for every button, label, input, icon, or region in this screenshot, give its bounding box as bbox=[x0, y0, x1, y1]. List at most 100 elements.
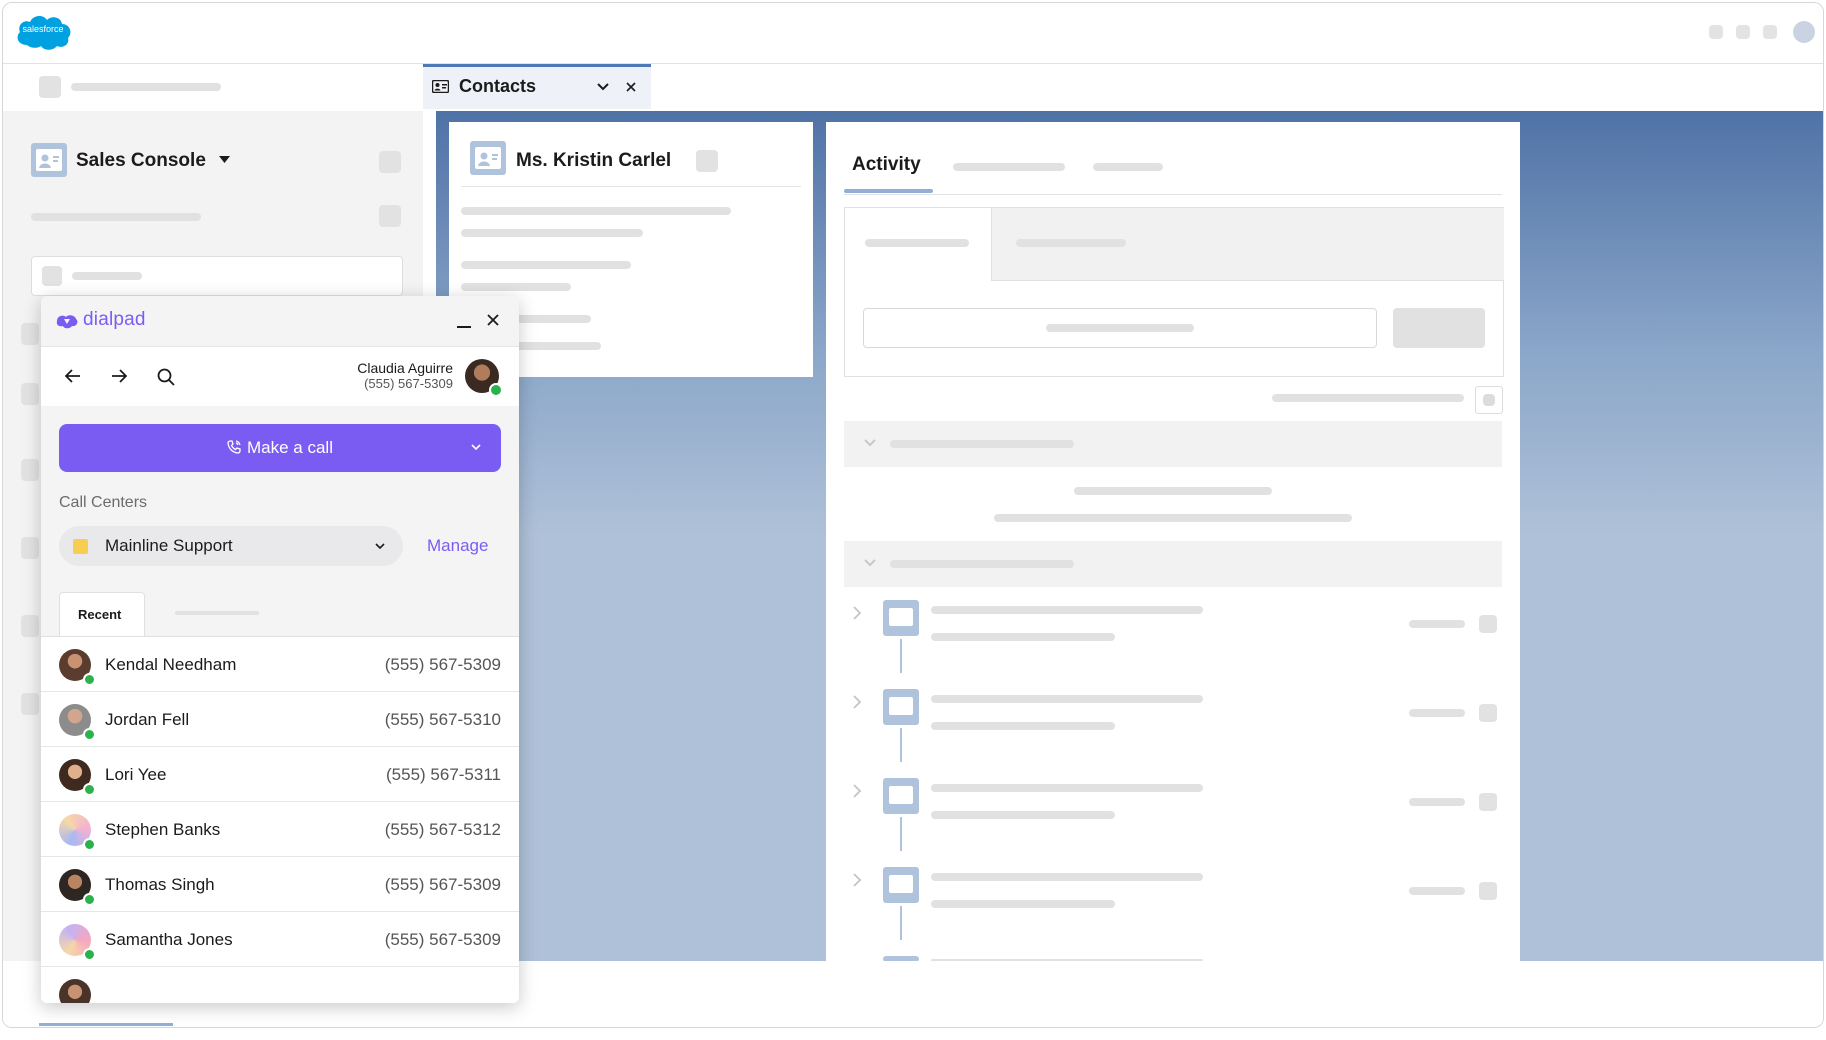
nav-search-box[interactable] bbox=[31, 256, 403, 296]
timeline-connector bbox=[900, 639, 902, 673]
placeholder-text bbox=[994, 514, 1352, 522]
list-item[interactable]: Jordan Fell (555) 567-5310 bbox=[41, 692, 519, 747]
list-item[interactable]: Lori Yee (555) 567-5311 bbox=[41, 747, 519, 802]
timeline-contact-icon-inner bbox=[889, 786, 913, 804]
dialpad-widget: dialpad Claudia Aguirre (555) 567-5309 M… bbox=[41, 296, 519, 1003]
row-action-icon[interactable] bbox=[1479, 793, 1497, 811]
browser-frame: salesforce Contacts Sales Console Ms. Kr… bbox=[2, 2, 1824, 1028]
placeholder-icon bbox=[1483, 394, 1495, 406]
row-action-icon[interactable] bbox=[1479, 615, 1497, 633]
nav-item-5[interactable] bbox=[21, 615, 39, 637]
placeholder-text bbox=[931, 873, 1203, 881]
salesforce-logo-text: salesforce bbox=[22, 24, 64, 34]
chevron-down-icon bbox=[864, 439, 876, 447]
minimize-icon[interactable] bbox=[457, 325, 471, 329]
contact-name: Stephen Banks bbox=[105, 820, 221, 839]
tab-placeholder[interactable] bbox=[953, 163, 1065, 171]
utility-tab-indicator bbox=[39, 1023, 173, 1026]
placeholder-text bbox=[1409, 620, 1465, 628]
contact-name: Thomas Singh bbox=[105, 875, 215, 894]
close-icon[interactable] bbox=[626, 82, 636, 92]
placeholder-text bbox=[1016, 239, 1126, 247]
contact-phone: (555) 567-5309 bbox=[384, 875, 501, 894]
chevron-down-icon[interactable] bbox=[597, 83, 609, 91]
user-avatar[interactable] bbox=[1793, 21, 1815, 43]
tab-contacts-label: Contacts bbox=[459, 76, 537, 96]
timeline-connector bbox=[900, 906, 902, 940]
composer-tab-active[interactable] bbox=[865, 239, 969, 247]
nav-item-3[interactable] bbox=[21, 459, 39, 481]
global-header: salesforce bbox=[3, 3, 1823, 64]
composer-input[interactable] bbox=[863, 308, 1377, 348]
close-icon[interactable] bbox=[487, 314, 499, 326]
timeline-contact-icon-inner bbox=[889, 875, 913, 893]
placeholder-text bbox=[931, 722, 1115, 730]
online-status-icon bbox=[83, 783, 96, 796]
nav-item-2[interactable] bbox=[21, 383, 39, 405]
placeholder-text bbox=[461, 261, 631, 269]
placeholder-text bbox=[931, 606, 1203, 614]
online-status-icon bbox=[83, 893, 96, 906]
filter-placeholder bbox=[1272, 394, 1464, 402]
make-a-call-button[interactable]: Make a call bbox=[59, 424, 501, 472]
call-centers-label: Call Centers bbox=[59, 494, 148, 511]
nav-item-6[interactable] bbox=[21, 693, 39, 715]
chevron-right-icon[interactable] bbox=[853, 784, 861, 798]
nav-menu-icon[interactable] bbox=[39, 76, 61, 98]
tab-placeholder[interactable] bbox=[175, 611, 259, 615]
divider bbox=[461, 186, 801, 187]
header-action-1-icon[interactable] bbox=[1709, 25, 1723, 39]
timeline-connector bbox=[900, 728, 902, 762]
list-item[interactable]: Samantha Jones (555) 567-5309 bbox=[41, 912, 519, 967]
make-a-call-label: Make a call bbox=[59, 438, 501, 458]
chevron-down-icon[interactable] bbox=[471, 444, 481, 451]
past-section-header[interactable] bbox=[844, 541, 1502, 587]
placeholder-text bbox=[1409, 887, 1465, 895]
online-status-icon bbox=[83, 948, 96, 961]
workspace-tab-bar bbox=[3, 64, 1823, 111]
dialpad-brand: dialpad bbox=[83, 309, 146, 330]
contact-phone: (555) 567-5309 bbox=[384, 930, 501, 949]
app-switcher-caret-icon[interactable] bbox=[219, 156, 230, 163]
composer-tab-inactive[interactable] bbox=[991, 208, 1504, 281]
forward-arrow-icon[interactable] bbox=[111, 369, 127, 383]
placeholder-text bbox=[461, 229, 643, 237]
nav-settings-icon[interactable] bbox=[379, 151, 401, 173]
upcoming-section-header[interactable] bbox=[844, 421, 1502, 467]
list-item[interactable]: Kendal Needham (555) 567-5309 bbox=[41, 637, 519, 692]
app-title[interactable]: Sales Console bbox=[76, 150, 206, 172]
call-center-select[interactable]: Mainline Support bbox=[59, 526, 403, 566]
follow-icon[interactable] bbox=[696, 150, 718, 172]
dialpad-logo-icon bbox=[56, 315, 78, 329]
chevron-right-icon[interactable] bbox=[853, 873, 861, 887]
placeholder-text bbox=[72, 272, 142, 280]
chevron-right-icon[interactable] bbox=[853, 695, 861, 709]
contact-card-icon bbox=[432, 80, 449, 93]
composer-submit-button[interactable] bbox=[1393, 308, 1485, 348]
header-action-2-icon[interactable] bbox=[1736, 25, 1750, 39]
tab-recent[interactable]: Recent bbox=[59, 592, 145, 637]
chevron-right-icon[interactable] bbox=[853, 606, 861, 620]
row-action-icon[interactable] bbox=[1479, 882, 1497, 900]
back-arrow-icon[interactable] bbox=[65, 369, 81, 383]
tab-contacts[interactable]: Contacts bbox=[423, 64, 651, 109]
search-icon[interactable] bbox=[157, 368, 175, 386]
tab-activity[interactable]: Activity bbox=[852, 154, 921, 176]
nav-item-4[interactable] bbox=[21, 537, 39, 559]
call-center-selected-value: Mainline Support bbox=[105, 536, 233, 555]
manage-link[interactable]: Manage bbox=[427, 536, 488, 556]
tab-placeholder[interactable] bbox=[1093, 163, 1163, 171]
current-user-phone: (555) 567-5309 bbox=[364, 376, 453, 391]
placeholder-icon bbox=[42, 266, 62, 286]
list-item[interactable]: Stephen Banks (555) 567-5312 bbox=[41, 802, 519, 857]
filter-settings-icon[interactable] bbox=[1475, 386, 1503, 414]
chevron-down-icon bbox=[375, 543, 385, 550]
list-item[interactable] bbox=[41, 967, 519, 1003]
tab-recent-label: Recent bbox=[78, 607, 122, 622]
list-item[interactable]: Thomas Singh (555) 567-5309 bbox=[41, 857, 519, 912]
header-action-3-icon[interactable] bbox=[1763, 25, 1777, 39]
phone-icon bbox=[227, 440, 241, 454]
row-action-icon[interactable] bbox=[1479, 704, 1497, 722]
nav-item-1[interactable] bbox=[21, 323, 39, 345]
nav-edit-icon[interactable] bbox=[379, 205, 401, 227]
